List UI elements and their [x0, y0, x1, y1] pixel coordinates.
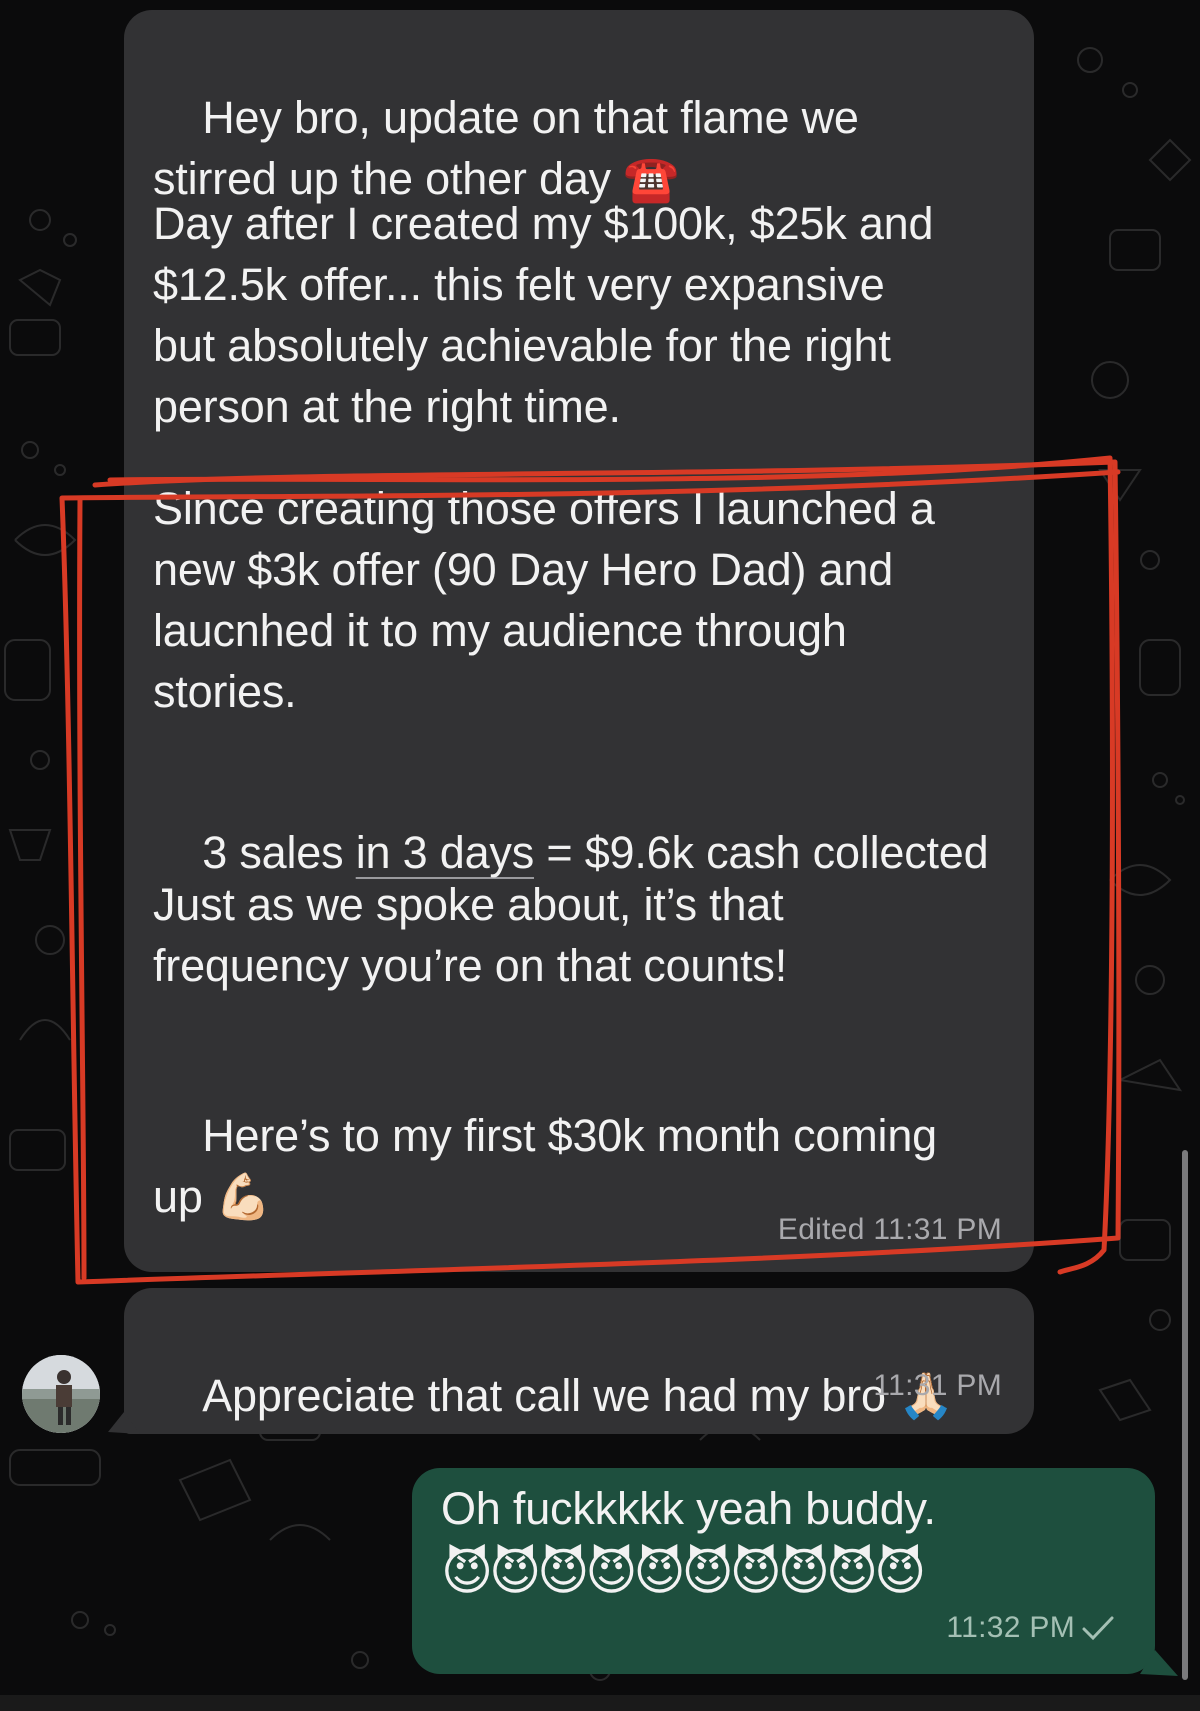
message-text: Just as we spoke about, it’s that freque…	[153, 879, 787, 991]
scrollbar[interactable]	[1182, 1150, 1188, 1680]
message-bubble-incoming[interactable]: Appreciate that call we had my bro 🙏🏻 11…	[124, 1288, 1034, 1434]
bottom-edge	[0, 1695, 1200, 1711]
smiling-devil-emoji-row: 😈😈😈😈😈😈😈😈😈😈	[441, 1544, 926, 1600]
message-timestamp: Edited 11:31 PM	[777, 1213, 1002, 1246]
message-timestamp: 11:32 PM	[946, 1597, 1115, 1658]
message-bubble-outgoing[interactable]: Oh fuckkkkk yeah buddy. 😈😈😈😈😈😈😈😈😈😈 11:32…	[412, 1468, 1155, 1674]
date-link[interactable]: in 3 days	[356, 827, 535, 878]
message-text: Since creating those offers I launched a…	[153, 483, 935, 717]
message-text: Day after I created my $100k, $25k and $…	[153, 198, 934, 432]
flexed-biceps-emoji: 💪🏻	[214, 1171, 271, 1222]
message-timestamp: 11:31 PM	[873, 1369, 1002, 1402]
message-text: Appreciate that call we had my bro 🙏🏻	[153, 1304, 954, 1487]
message-bubble-incoming[interactable]: Hey bro, update on that flame we stirred…	[124, 10, 1034, 1272]
edited-label: Edited	[777, 1213, 865, 1246]
single-check-icon	[1082, 1616, 1114, 1640]
sender-avatar[interactable]	[22, 1355, 100, 1433]
message-text: Oh fuckkkkk yeah buddy.	[441, 1483, 936, 1534]
